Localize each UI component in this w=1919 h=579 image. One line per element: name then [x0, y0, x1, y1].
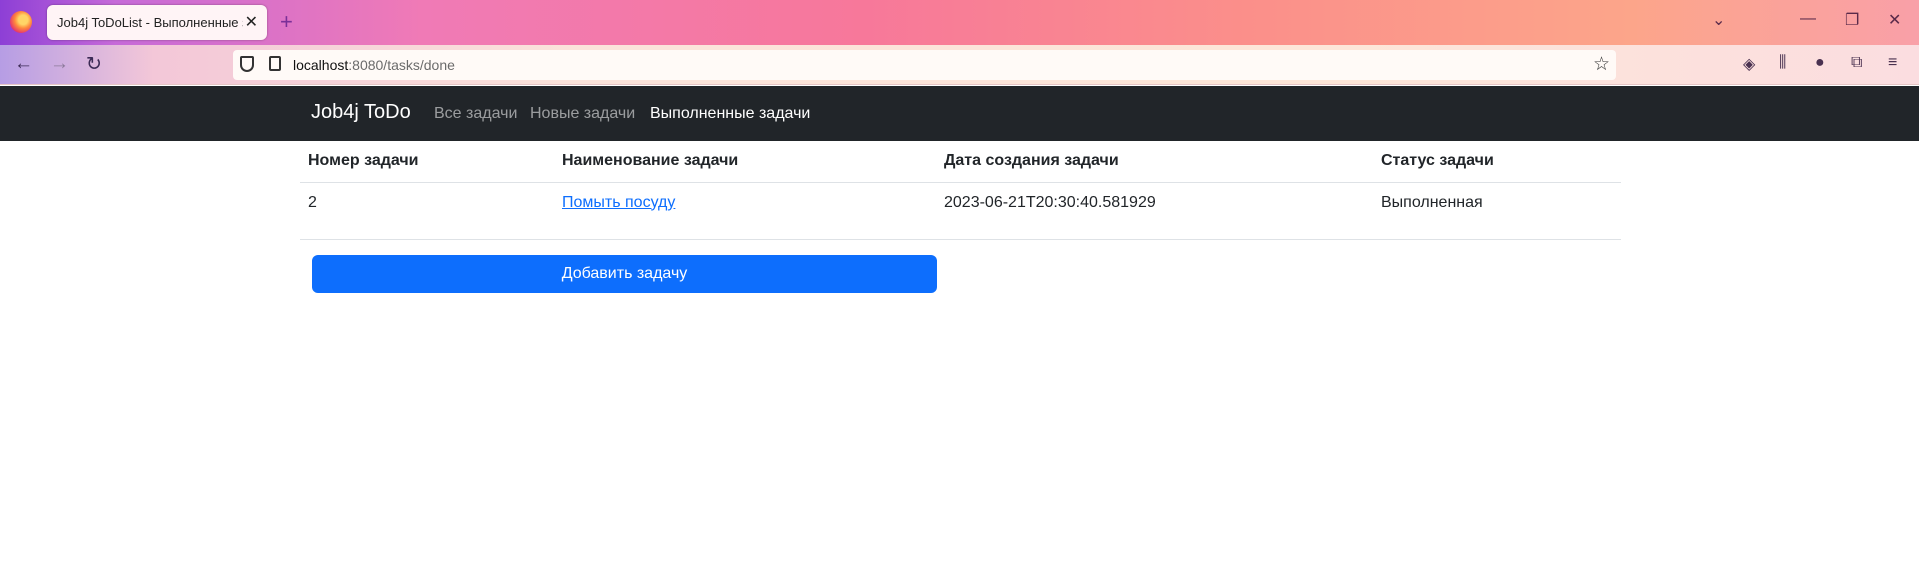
address-bar[interactable]: localhost:8080/tasks/done ☆ [233, 50, 1616, 80]
nav-done-tasks[interactable]: Выполненные задачи [650, 105, 810, 123]
minimize-icon[interactable]: — [1800, 10, 1816, 28]
nav-new-tasks[interactable]: Новые задачи [530, 105, 635, 123]
add-task-button[interactable]: Добавить задачу [312, 255, 937, 293]
table-row: 2 Помыть посуду 2023-06-21T20:30:40.5819… [300, 182, 1621, 240]
reload-icon[interactable]: ↻ [86, 53, 102, 76]
nav-all-tasks[interactable]: Все задачи [434, 105, 517, 123]
page-info-icon[interactable] [269, 56, 281, 71]
header-task-name: Наименование задачи [554, 141, 936, 183]
library-icon[interactable]: ⫼ [1779, 54, 1786, 72]
close-window-icon[interactable]: ✕ [1888, 10, 1901, 30]
cell-task-name: Помыть посуду [554, 182, 936, 240]
shield-icon[interactable] [240, 56, 254, 72]
cell-created-date: 2023-06-21T20:30:40.581929 [936, 182, 1373, 240]
restore-icon[interactable]: ❐ [1845, 10, 1859, 30]
task-link[interactable]: Помыть посуду [562, 194, 675, 211]
browser-tab[interactable]: Job4j ToDoList - Выполненные задачи ✕ [47, 5, 267, 40]
tab-title: Job4j ToDoList - Выполненные задачи [57, 15, 243, 30]
extension-badge-icon[interactable]: ● [1815, 54, 1825, 72]
brand-link[interactable]: Job4j ToDo [311, 101, 411, 124]
header-created-date: Дата создания задачи [936, 141, 1373, 183]
firefox-icon[interactable] [10, 11, 32, 33]
close-tab-icon[interactable]: ✕ [245, 12, 258, 32]
tasks-table-container: Номер задачи Наименование задачи Дата со… [300, 141, 1621, 240]
tasks-table: Номер задачи Наименование задачи Дата со… [300, 141, 1621, 240]
forward-icon[interactable]: → [50, 53, 69, 75]
pocket-icon[interactable]: ◈ [1743, 54, 1755, 74]
new-tab-icon[interactable]: + [280, 9, 293, 35]
extensions-icon[interactable]: ⧉ [1851, 54, 1862, 72]
bookmark-star-icon[interactable]: ☆ [1593, 53, 1610, 76]
site-navbar: Job4j ToDo Все задачи Новые задачи Выпол… [0, 86, 1919, 141]
header-task-number: Номер задачи [300, 141, 554, 183]
cell-status: Выполненная [1373, 182, 1621, 240]
browser-titlebar: Job4j ToDoList - Выполненные задачи ✕ + … [0, 0, 1919, 45]
cell-task-number: 2 [300, 182, 554, 240]
menu-icon[interactable]: ≡ [1888, 54, 1897, 72]
table-header-row: Номер задачи Наименование задачи Дата со… [300, 141, 1621, 183]
back-icon[interactable]: ← [14, 53, 33, 75]
header-status: Статус задачи [1373, 141, 1621, 183]
url-text[interactable]: localhost:8080/tasks/done [293, 57, 455, 73]
list-tabs-icon[interactable]: ⌄ [1712, 10, 1725, 30]
